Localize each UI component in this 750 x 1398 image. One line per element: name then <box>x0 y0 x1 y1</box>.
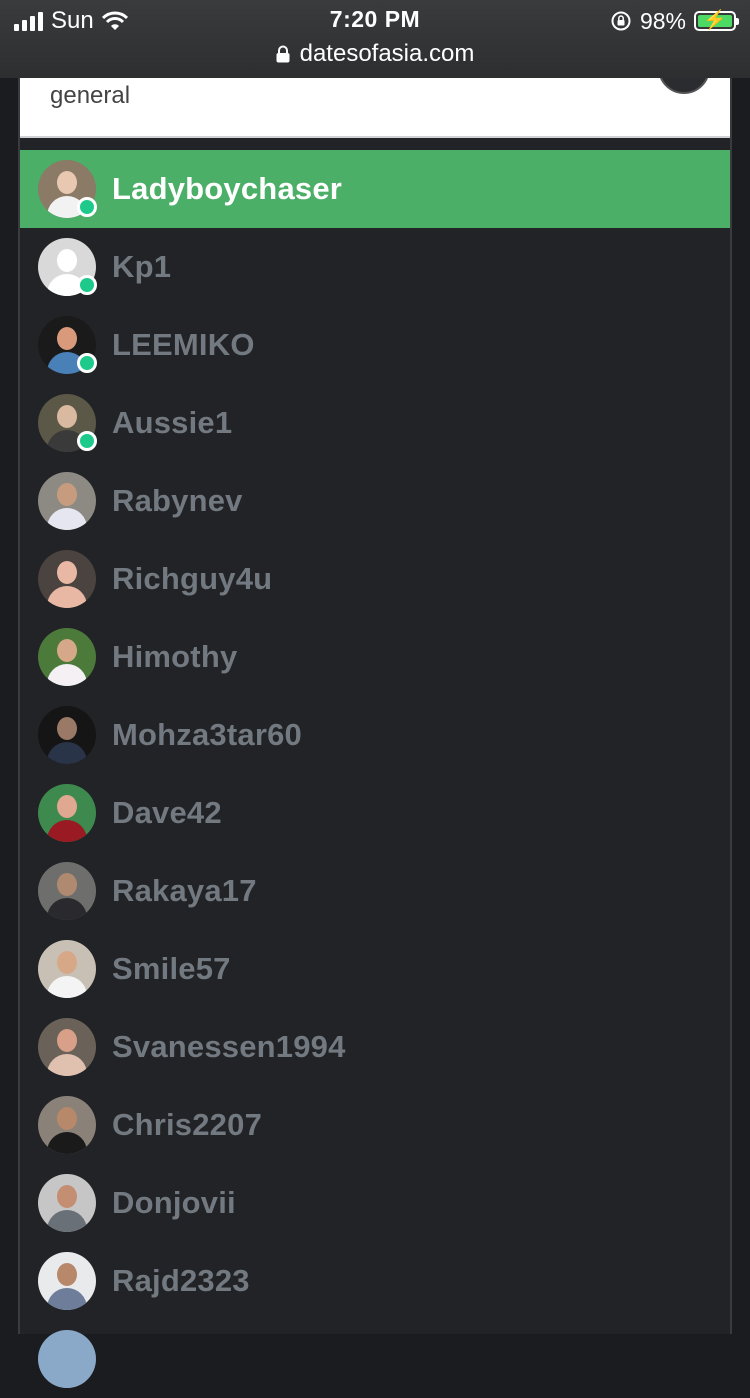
username[interactable]: Rakaya17 <box>112 873 257 909</box>
user-list-item[interactable]: Ladyboychaser <box>20 150 730 228</box>
username[interactable]: LEEMIKO <box>112 327 255 363</box>
user-list-item[interactable]: Donjovii <box>20 1164 730 1242</box>
username[interactable]: Smile57 <box>112 951 231 987</box>
avatar[interactable] <box>38 706 96 764</box>
username[interactable]: Rajd2323 <box>112 1263 250 1299</box>
user-list-item[interactable]: Rakaya17 <box>20 852 730 930</box>
user-list-item[interactable]: Himothy <box>20 618 730 696</box>
avatar-container[interactable] <box>38 394 97 452</box>
avatar[interactable] <box>38 784 96 842</box>
charging-icon: ⚡ <box>703 10 727 31</box>
user-list-item[interactable]: Smile57 <box>20 930 730 1008</box>
username[interactable]: Mohza3tar60 <box>112 717 302 753</box>
avatar[interactable] <box>38 940 96 998</box>
username[interactable]: Aussie1 <box>112 405 232 441</box>
username[interactable]: Donjovii <box>112 1185 236 1221</box>
avatar-container[interactable] <box>38 628 96 686</box>
username[interactable]: Himothy <box>112 639 237 675</box>
avatar-container[interactable] <box>38 238 97 296</box>
url-text[interactable]: datesofasia.com <box>300 40 475 68</box>
user-list-item[interactable]: LEEMIKO <box>20 306 730 384</box>
user-list-item[interactable]: Dave42 <box>20 774 730 852</box>
user-list-item[interactable]: Mohza3tar60 <box>20 696 730 774</box>
username[interactable]: Rabynev <box>112 483 243 519</box>
battery-icon: ⚡ <box>694 10 739 31</box>
avatar[interactable] <box>38 550 96 608</box>
user-list-item[interactable] <box>20 1320 730 1398</box>
avatar[interactable] <box>38 1096 96 1154</box>
username[interactable]: Chris2207 <box>112 1107 262 1143</box>
avatar-container[interactable] <box>38 706 96 764</box>
avatar[interactable] <box>38 1018 96 1076</box>
avatar[interactable] <box>38 1330 96 1388</box>
user-list-item[interactable]: Kp1 <box>20 228 730 306</box>
battery-percent: 98% <box>639 7 686 34</box>
room-name: general <box>50 82 131 109</box>
user-list-item[interactable]: Rajd2323 <box>20 1242 730 1320</box>
orientation-lock-icon <box>611 11 631 31</box>
username[interactable]: Dave42 <box>112 795 222 831</box>
avatar-container[interactable] <box>38 316 97 374</box>
chat-panel: general Ladyboychaser Kp1 LEEMIKO Aussie1 Ra… <box>18 42 732 1388</box>
avatar-container[interactable] <box>38 1174 96 1232</box>
user-list-item[interactable]: Richguy4u <box>20 540 730 618</box>
lock-icon <box>276 45 290 63</box>
status-bar: Sun 7:20 PM 98% ⚡ datesofasia.com <box>0 0 750 78</box>
online-status-icon <box>77 353 97 373</box>
status-right: 98% ⚡ <box>610 7 739 34</box>
username[interactable]: Kp1 <box>112 249 171 285</box>
avatar-container[interactable] <box>38 1096 96 1154</box>
avatar[interactable] <box>38 1252 96 1310</box>
avatar-container[interactable] <box>38 472 96 530</box>
username[interactable]: Richguy4u <box>112 561 272 597</box>
user-list-item[interactable]: Aussie1 <box>20 384 730 462</box>
avatar-container[interactable] <box>38 1018 96 1076</box>
url-bar[interactable]: datesofasia.com <box>0 38 750 70</box>
user-list: Ladyboychaser Kp1 LEEMIKO Aussie1 Rabynev Ric… <box>20 150 730 1398</box>
avatar-container[interactable] <box>38 550 96 608</box>
avatar[interactable] <box>38 1174 96 1232</box>
avatar-container[interactable] <box>38 1252 96 1310</box>
avatar[interactable] <box>38 628 96 686</box>
username[interactable]: Ladyboychaser <box>112 171 342 207</box>
avatar-container[interactable] <box>38 862 96 920</box>
user-list-item[interactable]: Chris2207 <box>20 1086 730 1164</box>
avatar-container[interactable] <box>38 160 97 218</box>
user-list-item[interactable]: Rabynev <box>20 462 730 540</box>
online-status-icon <box>77 275 97 295</box>
avatar-container[interactable] <box>38 784 96 842</box>
avatar[interactable] <box>38 862 96 920</box>
avatar-container[interactable] <box>38 940 96 998</box>
avatar-container[interactable] <box>38 1330 96 1388</box>
online-status-icon <box>77 431 97 451</box>
username[interactable]: Svanessen1994 <box>112 1029 346 1065</box>
online-status-icon <box>77 197 97 217</box>
user-list-item[interactable]: Svanessen1994 <box>20 1008 730 1086</box>
avatar[interactable] <box>38 472 96 530</box>
room-header: general <box>20 42 730 138</box>
